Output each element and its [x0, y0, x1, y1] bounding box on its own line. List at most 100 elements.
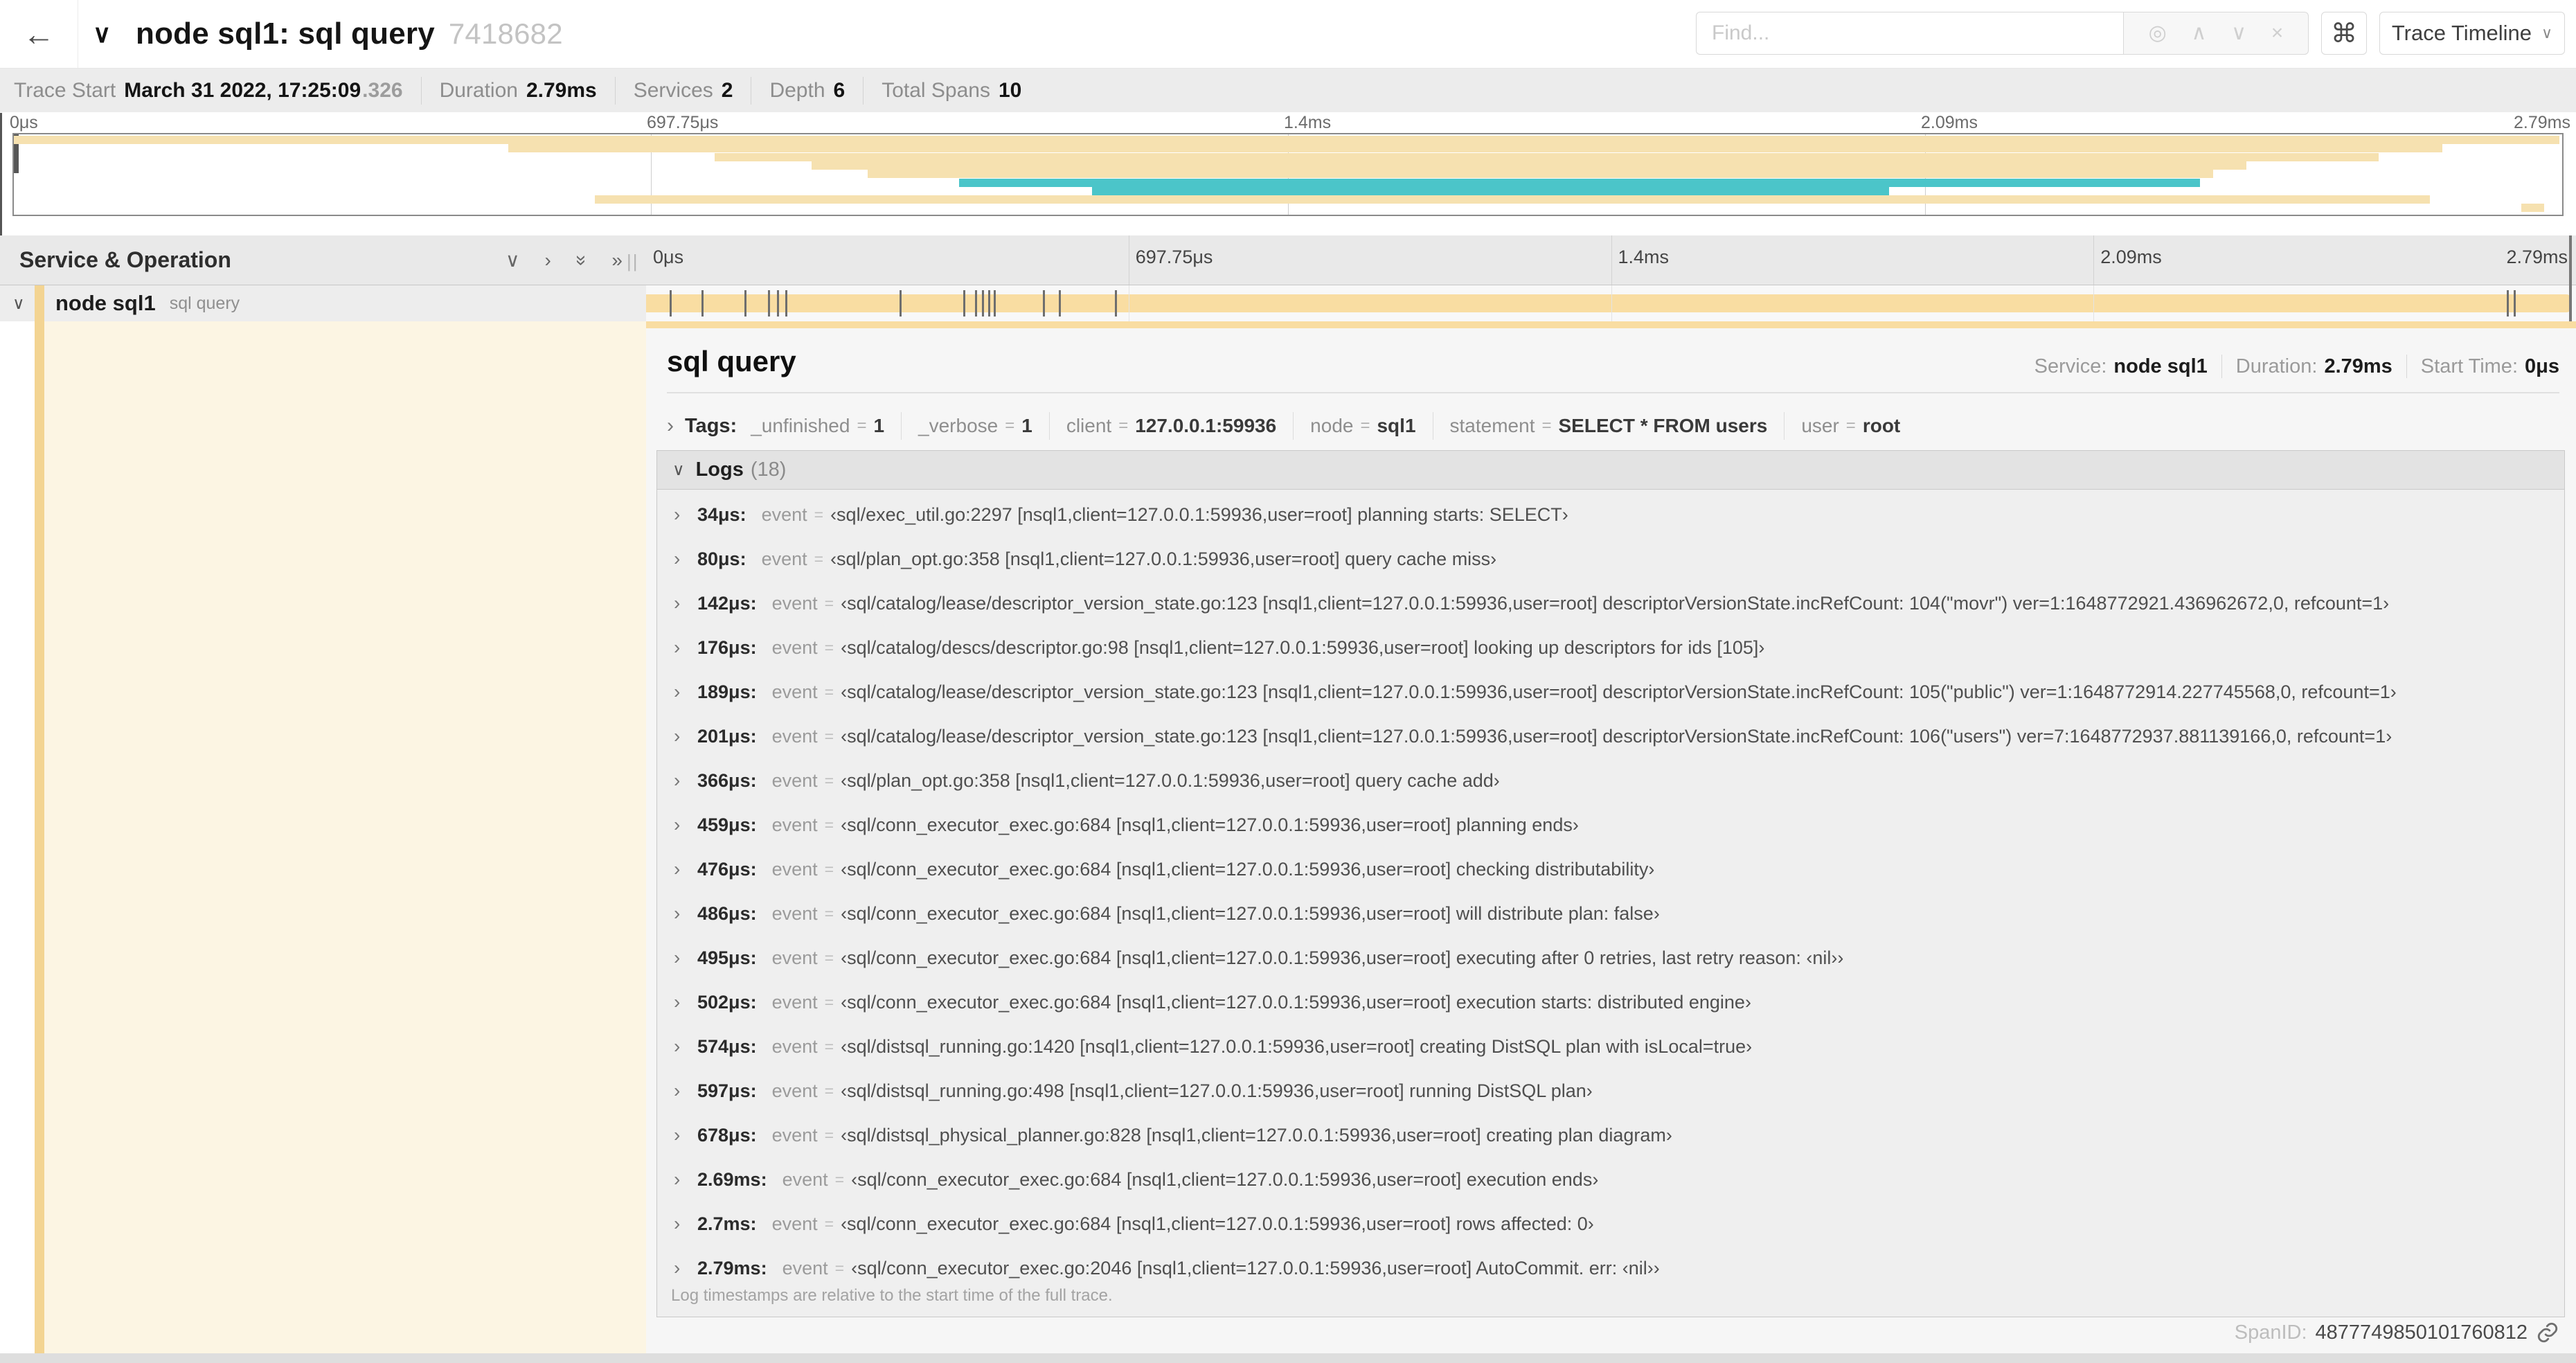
log-field-name: event [771, 1080, 818, 1101]
equals-sign: = [824, 815, 834, 834]
chevron-right-icon[interactable]: › [674, 947, 697, 969]
bottom-scrollbar-strip[interactable] [0, 1353, 2576, 1363]
tag-item[interactable]: node = sql1 [1293, 412, 1432, 440]
log-marker-tick [899, 290, 902, 317]
log-event-value: ‹sql/catalog/lease/descriptor_version_st… [841, 725, 2392, 747]
back-button[interactable]: ← [0, 0, 78, 68]
minimap-span-bar [811, 161, 2246, 170]
log-field-name: event [771, 1035, 818, 1057]
span-row-name-cell[interactable]: ∨ node sql1 sql query [0, 285, 646, 321]
deep-link-icon[interactable] [2536, 1321, 2559, 1344]
next-match-icon[interactable]: ∨ [2231, 23, 2246, 44]
collapse-one-icon[interactable]: ∨ [506, 249, 520, 271]
log-entry-row[interactable]: › 2.69ms: event = ‹sql/conn_executor_exec.go… [657, 1157, 2564, 1202]
log-entry-row[interactable]: › 486μs: event = ‹sql/conn_executor_exec.go:… [657, 891, 2564, 936]
tag-item[interactable]: _unfinished = 1 [751, 412, 901, 440]
log-field-name: event [771, 947, 818, 968]
chevron-right-icon[interactable]: › [674, 769, 697, 792]
equals-sign: = [824, 1037, 834, 1055]
ruler-tick-label: 2.79ms [2506, 247, 2568, 267]
chevron-right-icon[interactable]: › [674, 1213, 697, 1235]
ruler-tick-label: 697.75μs [1135, 247, 1213, 267]
chevron-right-icon[interactable]: › [674, 681, 697, 703]
tag-item[interactable]: client = 127.0.0.1:59936 [1048, 412, 1293, 440]
duration-label: Duration: [2235, 355, 2318, 377]
log-timestamp: 502μs: [697, 991, 757, 1013]
log-entry-row[interactable]: › 678μs: event = ‹sql/distsql_physical_plann… [657, 1113, 2564, 1157]
tag-item[interactable]: user = root [1784, 412, 1917, 440]
span-service-label: node sql1 [55, 291, 156, 315]
log-entry-row[interactable]: › 2.7ms: event = ‹sql/conn_executor_exec.go:… [657, 1202, 2564, 1246]
find-input[interactable] [1696, 12, 2124, 55]
log-entry-row[interactable]: › 366μs: event = ‹sql/plan_opt.go:358 [nsql1… [657, 758, 2564, 803]
chevron-right-icon[interactable]: › [674, 1080, 697, 1102]
log-marker-tick [767, 290, 770, 317]
span-row-timeline-cell[interactable] [646, 285, 2576, 321]
chevron-right-icon[interactable]: › [674, 1168, 697, 1191]
log-entry-row[interactable]: › 495μs: event = ‹sql/conn_executor_exec.go:… [657, 936, 2564, 980]
log-entry-row[interactable]: › 2.79ms: event = ‹sql/conn_executor_exec.go… [657, 1246, 2564, 1290]
log-entry-row[interactable]: › 574μs: event = ‹sql/distsql_running.go:142… [657, 1024, 2564, 1069]
keyboard-shortcuts-button[interactable]: ⌘ [2321, 12, 2367, 55]
log-entry-row[interactable]: › 201μs: event = ‹sql/catalog/lease/descript… [657, 714, 2564, 758]
tag-value: 1 [1021, 415, 1032, 436]
tags-accordion[interactable]: › Tags: _unfinished = 1 _verbose = 1 client = 12… [667, 410, 2559, 442]
divider [2221, 355, 2222, 378]
chevron-right-icon[interactable]: › [674, 548, 697, 570]
chevron-right-icon[interactable]: › [674, 814, 697, 836]
clear-search-icon[interactable]: × [2271, 23, 2284, 44]
log-event-value: ‹sql/distsql_running.go:498 [nsql1,clien… [841, 1080, 1593, 1101]
log-entry-row[interactable]: › 502μs: event = ‹sql/conn_executor_exec.go:… [657, 980, 2564, 1024]
service-value: node sql1 [2113, 355, 2208, 377]
view-selector-button[interactable]: Trace Timeline ∨ [2379, 12, 2565, 55]
expand-one-icon[interactable]: › [545, 249, 551, 271]
chevron-right-icon[interactable]: › [674, 991, 697, 1013]
chevron-right-icon[interactable]: › [674, 902, 697, 925]
log-entry-row[interactable]: › 80μs: event = ‹sql/plan_opt.go:358 [nsql1,… [657, 537, 2564, 581]
tag-item[interactable]: statement = SELECT * FROM users [1432, 412, 1785, 440]
log-timestamp: 176μs: [697, 636, 757, 658]
equals-sign: = [834, 1258, 845, 1277]
trace-minimap[interactable] [12, 133, 2564, 216]
expand-all-icon[interactable]: » [611, 249, 623, 271]
column-resize-grip[interactable]: || [627, 251, 639, 272]
chevron-right-icon[interactable]: › [674, 1035, 697, 1058]
services-value: 2 [721, 78, 733, 102]
timeline-right-edge-handle[interactable] [2569, 235, 2572, 321]
logs-accordion-header[interactable]: ∨ Logs (18) [657, 451, 2564, 490]
log-entry-row[interactable]: › 34μs: event = ‹sql/exec_util.go:2297 [nsql… [657, 492, 2564, 537]
divider [667, 392, 2559, 393]
log-entry-row[interactable]: › 189μs: event = ‹sql/catalog/lease/descript… [657, 670, 2564, 714]
equals-sign: = [824, 727, 834, 745]
chevron-right-icon[interactable]: › [674, 725, 697, 747]
prev-match-icon[interactable]: ∧ [2192, 23, 2207, 44]
chevron-right-icon[interactable]: › [674, 1257, 697, 1279]
log-entry-row[interactable]: › 597μs: event = ‹sql/distsql_running.go:498… [657, 1069, 2564, 1113]
chevron-right-icon[interactable]: › [674, 636, 697, 659]
log-marker-tick [993, 290, 996, 317]
log-entry-row[interactable]: › 476μs: event = ‹sql/conn_executor_exec.go:… [657, 847, 2564, 891]
chevron-right-icon[interactable]: › [674, 504, 697, 526]
trace-collapse-chevron-icon[interactable]: ∨ [93, 0, 111, 68]
log-event-value: ‹sql/catalog/lease/descriptor_version_st… [841, 592, 2390, 614]
span-row[interactable]: ∨ node sql1 sql query [0, 285, 2576, 321]
collapse-all-icon[interactable]: » [571, 255, 593, 266]
locate-icon[interactable]: ◎ [2149, 23, 2167, 44]
tag-item[interactable]: _verbose = 1 [901, 412, 1049, 440]
chevron-right-icon[interactable]: › [674, 1124, 697, 1146]
log-marker-tick [2513, 290, 2516, 317]
span-duration-bar[interactable] [646, 294, 2572, 312]
chevron-right-icon[interactable]: › [674, 858, 697, 880]
tag-key: statement [1449, 415, 1535, 436]
timeline-gridline [2093, 285, 2095, 321]
log-event-value: ‹sql/plan_opt.go:358 [nsql1,client=127.0… [841, 769, 1500, 791]
minimap-span-bar [867, 170, 2213, 179]
span-collapse-chevron-icon[interactable]: ∨ [12, 285, 25, 321]
span-id-value: 4877749850101760812 [2315, 1321, 2528, 1344]
services-label: Services [633, 78, 713, 102]
log-entry-row[interactable]: › 176μs: event = ‹sql/catalog/descs/descript… [657, 625, 2564, 670]
chevron-right-icon[interactable]: › [674, 592, 697, 614]
equals-sign: = [834, 1170, 845, 1188]
log-entry-row[interactable]: › 459μs: event = ‹sql/conn_executor_exec.go:… [657, 803, 2564, 847]
log-entry-row[interactable]: › 142μs: event = ‹sql/catalog/lease/descript… [657, 581, 2564, 625]
